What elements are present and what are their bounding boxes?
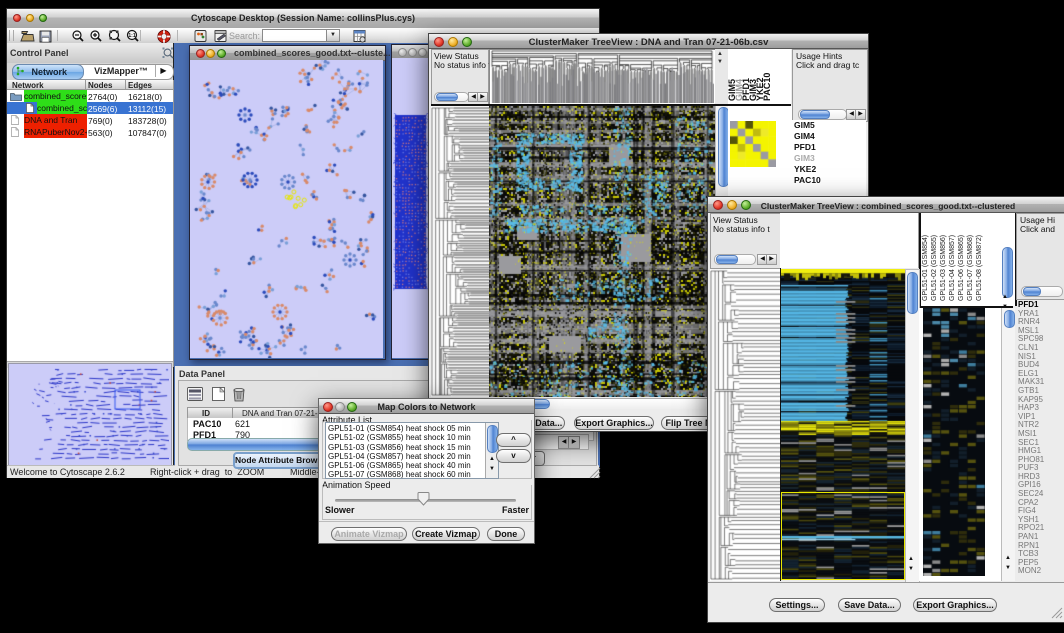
svg-text:GPL51-03 (GSM856): GPL51-03 (GSM856)	[940, 235, 947, 301]
svg-text:GPL51-01 (GSM854): GPL51-01 (GSM854)	[922, 235, 929, 301]
svg-text:GPL51-06 (GSM865): GPL51-06 (GSM865)	[958, 235, 965, 301]
svg-text:PAC10: PAC10	[762, 73, 772, 101]
svg-text:GPL51-08 (GSM872): GPL51-08 (GSM872)	[976, 235, 983, 301]
svg-text:GPL51-04 (GSM857): GPL51-04 (GSM857)	[949, 235, 956, 301]
svg-text:GPL51-07 (GSM868): GPL51-07 (GSM868)	[967, 235, 974, 301]
svg-text:1:1: 1:1	[128, 33, 135, 39]
svg-text:GPL51-02 (GSM855): GPL51-02 (GSM855)	[931, 235, 938, 301]
